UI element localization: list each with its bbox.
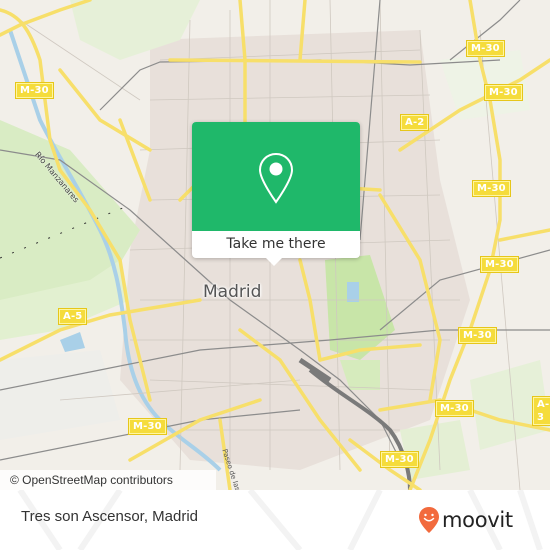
moovit-wordmark: moovit (442, 508, 513, 532)
road-shield-m30: M-30 (472, 180, 511, 197)
road-shield-m30: M-30 (458, 327, 497, 344)
road-shield-m30: M-30 (380, 451, 419, 468)
road-shield-m30: M-30 (466, 40, 505, 57)
moovit-brand[interactable]: moovit (418, 505, 513, 535)
road-shield-m30: M-30 (128, 418, 167, 435)
take-me-there-button[interactable]: Take me there (192, 231, 360, 258)
road-shield-a2: A-2 (400, 114, 430, 131)
popup-header (192, 122, 360, 231)
footer-bar: Tres son Ascensor, Madrid moovit (0, 490, 550, 550)
map-view[interactable]: M-30 M-30 M-30 M-30 M-30 M-30 M-30 M-30 … (0, 0, 550, 490)
moovit-logo-icon (419, 507, 439, 533)
road-shield-a3: A-3 (532, 396, 550, 426)
road-shield-a5: A-5 (58, 308, 88, 325)
map-pin-icon (258, 152, 294, 204)
location-popup[interactable]: Take me there (192, 122, 360, 266)
road-shield-m30: M-30 (15, 82, 54, 99)
road-shield-m30: M-30 (435, 400, 474, 417)
city-label: Madrid (203, 282, 262, 302)
road-shield-m30: M-30 (484, 84, 523, 101)
road-shield-m30: M-30 (480, 256, 519, 273)
place-title: Tres son Ascensor, Madrid (21, 508, 199, 525)
map-attribution[interactable]: © OpenStreetMap contributors (0, 470, 216, 490)
popup-pointer (266, 258, 282, 266)
